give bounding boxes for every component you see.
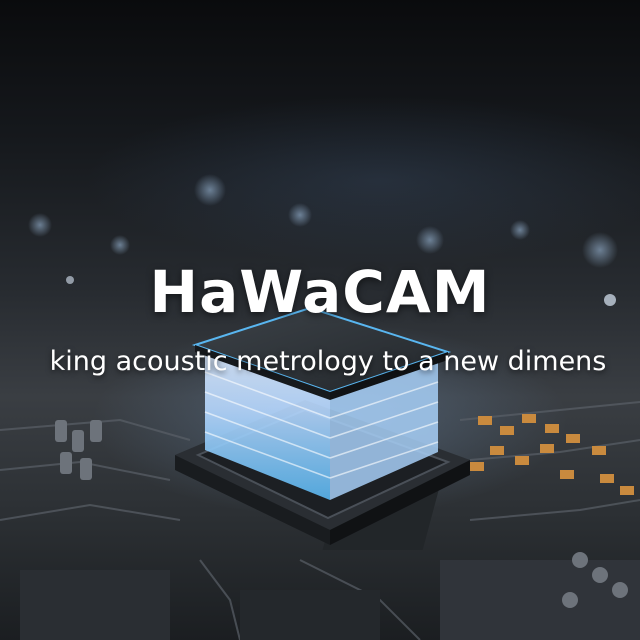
hero-title: HaWaCAM [149, 258, 491, 326]
hero-subtitle: king acoustic metrology to a new dimens [49, 346, 607, 377]
orange-capacitors [470, 414, 634, 495]
hero-banner: HaWaCAM king acoustic metrology to a new… [0, 0, 640, 640]
